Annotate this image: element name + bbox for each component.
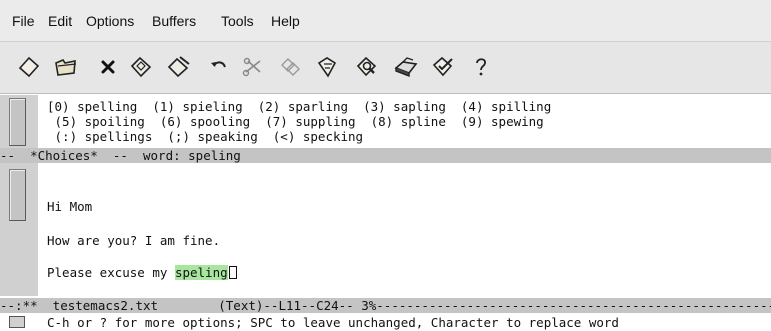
- text-cursor: [228, 266, 237, 279]
- echo-area-text: C-h or ? for more options; SPC to leave …: [47, 315, 619, 330]
- print-icon[interactable]: [391, 51, 421, 83]
- editor-scrollbar[interactable]: [0, 163, 38, 296]
- open-folder-icon[interactable]: [51, 51, 81, 83]
- choices-line[interactable]: (:) spellings (;) speaking (<) specking: [47, 129, 364, 144]
- text-line-current[interactable]: Please excuse my speling: [47, 265, 237, 280]
- misspelled-word-highlight[interactable]: speling: [174, 265, 228, 280]
- choices-window: [0) spelling (1) spieling (2) sparling (…: [0, 95, 771, 148]
- menu-bar: File Edit Options Buffers Tools Help: [0, 0, 771, 42]
- copy-icon[interactable]: [275, 51, 305, 83]
- menu-options[interactable]: Options: [86, 13, 134, 29]
- save-icon[interactable]: [126, 51, 156, 83]
- text-line-prefix: Please excuse my: [47, 265, 175, 280]
- help-icon[interactable]: [466, 51, 496, 83]
- menu-tools[interactable]: Tools: [221, 13, 254, 29]
- menu-file[interactable]: File: [12, 13, 35, 29]
- choices-line[interactable]: (5) spoiling (6) spooling (7) suppling (…: [47, 114, 544, 129]
- editor-scrollbar-thumb[interactable]: [9, 169, 26, 221]
- paste-icon[interactable]: [313, 51, 343, 83]
- choices-scrollbar[interactable]: [0, 95, 38, 148]
- close-icon[interactable]: [93, 51, 123, 83]
- new-file-icon[interactable]: [14, 51, 44, 83]
- menu-help[interactable]: Help: [271, 13, 300, 29]
- choices-modeline: -- *Choices* -- word: speling: [0, 148, 771, 163]
- choices-line[interactable]: [0) spelling (1) spieling (2) sparling (…: [47, 99, 551, 114]
- choices-scrollbar-thumb[interactable]: [9, 98, 26, 146]
- menu-edit[interactable]: Edit: [48, 13, 72, 29]
- editor-modeline: --:** testemacs2.txt (Text)--L11--C24-- …: [0, 298, 771, 313]
- editor-window: Hi Mom How are you? I am fine. Please ex…: [0, 163, 771, 296]
- menu-buffers[interactable]: Buffers: [152, 13, 196, 29]
- toolbar: [0, 42, 771, 94]
- undo-icon[interactable]: [204, 51, 234, 83]
- spell-check-icon[interactable]: [428, 51, 458, 83]
- text-line[interactable]: Hi Mom: [47, 199, 92, 214]
- save-as-icon[interactable]: [164, 51, 194, 83]
- cut-icon[interactable]: [238, 51, 268, 83]
- text-line[interactable]: How are you? I am fine.: [47, 233, 220, 248]
- search-icon[interactable]: [352, 51, 382, 83]
- echo-area-indicator: [9, 316, 25, 328]
